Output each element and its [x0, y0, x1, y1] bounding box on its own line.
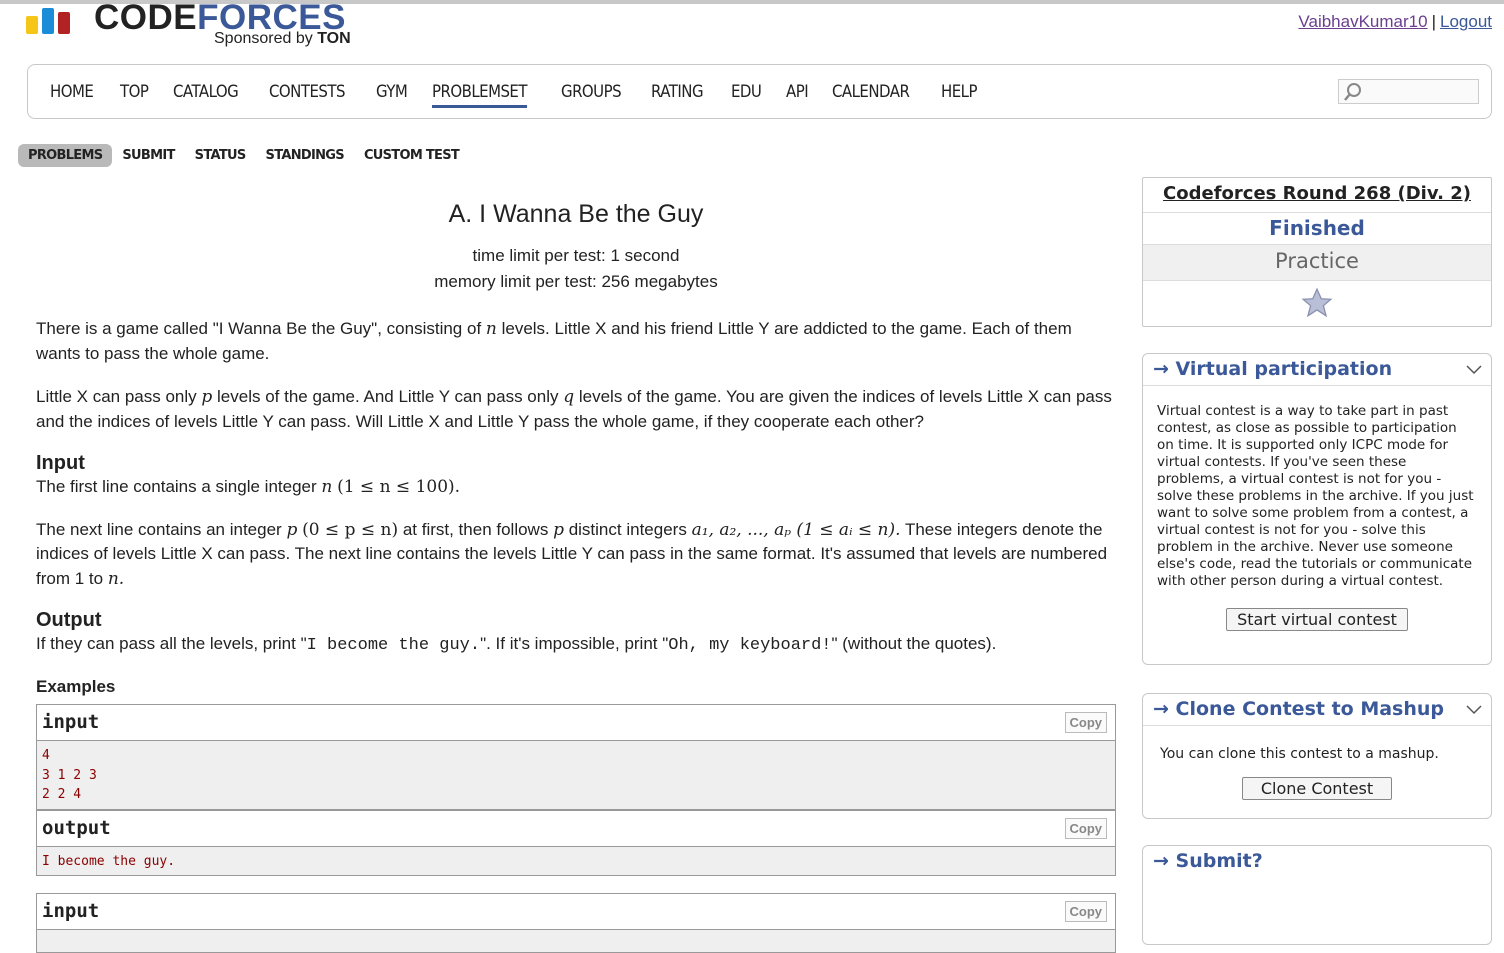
example-output-block: output Copy I become the guy.: [36, 810, 1116, 876]
submenu-custom-test[interactable]: CUSTOM TEST: [354, 144, 469, 167]
codeforces-logo[interactable]: CODEFORCES Sponsored by TON: [26, 0, 386, 54]
clone-contest-text: You can clone this contest to a mashup.: [1160, 746, 1439, 762]
examples-title: Examples: [36, 676, 116, 696]
submit-box: → Submit?: [1142, 845, 1492, 945]
menu-item-edu[interactable]: EDU: [731, 82, 762, 108]
submit-title: → Submit?: [1153, 850, 1263, 872]
input-paragraph-1: The first line contains a single integer…: [36, 477, 461, 497]
example-input-block: input Copy 4 3 1 2 3 2 2 4: [36, 704, 1116, 810]
copy-output-button[interactable]: Copy: [1064, 818, 1107, 839]
output-paragraph: If they can pass all the levels, print "…: [36, 634, 997, 655]
legend-paragraph-2: Little X can pass only p levels of the g…: [36, 387, 1112, 431]
example-input-label: input: [42, 711, 100, 733]
user-links: VaibhavKumar10 | Logout: [1298, 12, 1492, 32]
problem-title: A. I Wanna Be the Guy: [448, 200, 704, 228]
submenu-standings[interactable]: STANDINGS: [256, 144, 354, 167]
input-section-title: Input: [36, 452, 85, 474]
submenu-submit[interactable]: SUBMIT: [112, 144, 184, 167]
virtual-participation-title: → Virtual participation: [1153, 358, 1393, 380]
virtual-participation-text: Virtual contest is a way to take part in…: [1157, 403, 1474, 589]
copy-input-button-2[interactable]: Copy: [1064, 901, 1107, 922]
menu-item-help[interactable]: HELP: [941, 82, 977, 108]
example-input-block-2: input Copy: [36, 893, 1116, 953]
menu-item-home[interactable]: HOME: [50, 82, 94, 108]
menu-item-rating[interactable]: RATING: [651, 82, 704, 108]
example-output-content: I become the guy.: [42, 854, 176, 869]
menu-item-calendar[interactable]: CALENDAR: [832, 82, 910, 108]
main-menu: HOME TOP CATALOG CONTESTS GYM PROBLEMSET…: [27, 64, 1492, 119]
chevron-down-icon[interactable]: [1465, 702, 1483, 716]
contest-mode: Practice: [1143, 244, 1491, 280]
logout-link[interactable]: Logout: [1440, 12, 1492, 31]
search-icon: [1344, 83, 1361, 101]
star-row: [1143, 280, 1491, 324]
menu-item-gym[interactable]: GYM: [376, 82, 408, 108]
memory-limit: memory limit per test: 256 megabytes: [434, 272, 718, 291]
problem-submenu: PROBLEMS SUBMIT STATUS STANDINGS CUSTOM …: [18, 144, 469, 167]
time-limit: time limit per test: 1 second: [472, 246, 680, 265]
submenu-problems[interactable]: PROBLEMS: [18, 144, 113, 167]
menu-item-contests[interactable]: CONTESTS: [269, 82, 345, 108]
contest-name-link[interactable]: Codeforces Round 268 (Div. 2): [1143, 178, 1491, 212]
favorite-star-icon[interactable]: [1301, 287, 1333, 319]
menu-item-api[interactable]: API: [786, 82, 809, 108]
username-link[interactable]: VaibhavKumar10: [1298, 12, 1427, 31]
menu-item-groups[interactable]: GROUPS: [561, 82, 622, 108]
problem-limits: time limit per test: 1 second memory lim…: [36, 243, 1116, 295]
contest-info-box: Codeforces Round 268 (Div. 2) Finished P…: [1142, 177, 1492, 327]
menu-item-top[interactable]: TOP: [120, 82, 149, 108]
separator: |: [1431, 12, 1436, 31]
example-input-content: 4 3 1 2 3 2 2 4: [42, 748, 97, 802]
clone-contest-button[interactable]: Clone Contest: [1241, 777, 1393, 800]
start-virtual-contest-button[interactable]: Start virtual contest: [1226, 608, 1408, 631]
input-paragraph-2: The next line contains an integer p (0 ≤…: [36, 519, 1108, 589]
copy-input-button[interactable]: Copy: [1064, 712, 1107, 733]
legend-paragraph-1: There is a game called "I Wanna Be the G…: [36, 319, 1072, 363]
virtual-participation-box: → Virtual participation Virtual contest …: [1142, 353, 1492, 665]
search-input[interactable]: [1338, 79, 1479, 104]
sponsor-line: Sponsored by TON: [214, 30, 351, 47]
output-section-title: Output: [36, 609, 102, 631]
example-input-label-2: input: [42, 900, 100, 922]
problem-statement: A. I Wanna Be the Guy time limit per tes…: [36, 176, 1116, 697]
submenu-status[interactable]: STATUS: [185, 144, 256, 167]
menu-item-catalog[interactable]: CATALOG: [173, 82, 239, 108]
menu-item-problemset[interactable]: PROBLEMSET: [432, 82, 528, 108]
chevron-down-icon[interactable]: [1465, 362, 1483, 376]
example-output-label: output: [42, 817, 111, 839]
clone-contest-title: → Clone Contest to Mashup: [1153, 698, 1445, 720]
contest-status: Finished: [1143, 212, 1491, 244]
clone-contest-box: → Clone Contest to Mashup You can clone …: [1142, 693, 1492, 819]
